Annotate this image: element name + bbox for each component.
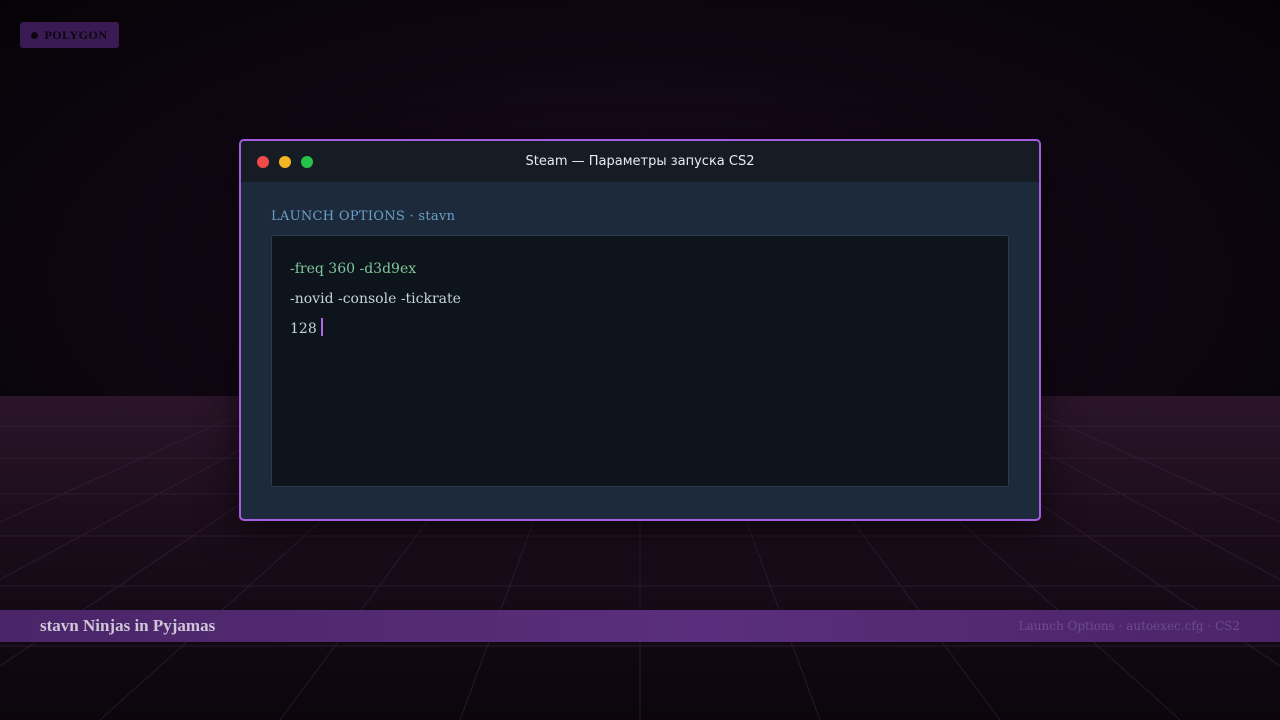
code-line: 128 — [290, 314, 990, 344]
footer-bar: stavn Ninjas in Pyjamas Launch Options ·… — [0, 610, 1280, 642]
launch-options-input[interactable]: -freq 360 -d3d9ex -novid -console -tickr… — [271, 235, 1009, 487]
maximize-window-button[interactable] — [301, 156, 313, 168]
footer-title: stavn Ninjas in Pyjamas — [40, 616, 216, 635]
minimize-window-button[interactable] — [279, 156, 291, 168]
brand-label: POLYGON — [44, 27, 108, 42]
launch-options-window: Steam — Параметры запуска CS2 LAUNCH OPT… — [239, 139, 1041, 521]
code-line-text: 128 — [290, 321, 317, 337]
code-line: -novid -console -tickrate — [290, 284, 990, 314]
brand-badge: POLYGON — [20, 22, 119, 48]
section-label: LAUNCH OPTIONS · stavn — [271, 209, 456, 224]
text-caret — [320, 318, 323, 336]
close-window-button[interactable] — [257, 156, 269, 168]
footer-caption: Launch Options · autoexec.cfg · CS2 — [1018, 619, 1240, 633]
window-title: Steam — Параметры запуска CS2 — [525, 154, 755, 169]
code-line-text: -novid -console -tickrate — [290, 291, 461, 307]
dot-icon — [31, 31, 39, 39]
window-titlebar: Steam — Параметры запуска CS2 — [241, 141, 1039, 182]
code-line-text: -freq 360 -d3d9ex — [290, 261, 417, 277]
code-line: -freq 360 -d3d9ex — [290, 254, 990, 284]
window-controls — [257, 156, 313, 168]
